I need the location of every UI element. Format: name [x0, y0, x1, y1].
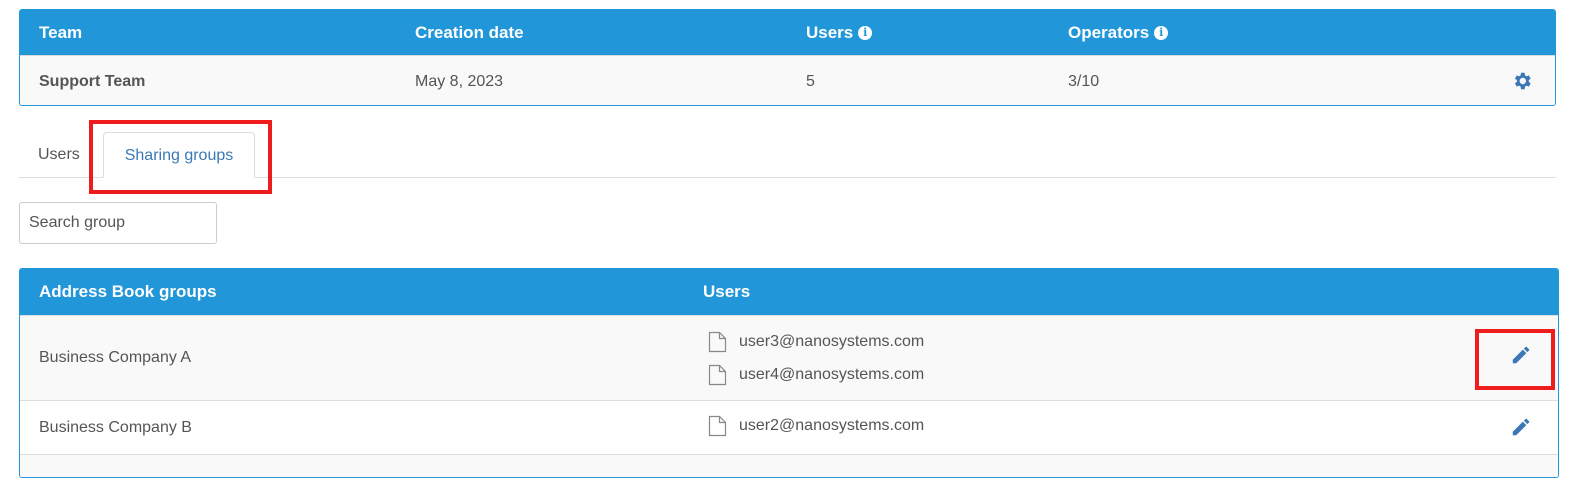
search-input[interactable] — [19, 202, 217, 244]
tab-sharing-groups[interactable]: Sharing groups — [103, 132, 255, 178]
group-name: Business Company A — [39, 349, 192, 366]
team-users-count: 5 — [806, 72, 815, 90]
table-row — [20, 454, 1558, 477]
table-row: Business Company A user3@nanosystems.com… — [20, 315, 1558, 400]
user-item: user3@nanosystems.com — [708, 325, 924, 358]
header-creation-date: Creation date — [415, 22, 524, 42]
document-icon — [708, 331, 727, 352]
header-team: Team — [39, 22, 83, 42]
team-table-header: Team Creation date Users i Operators i — [20, 10, 1555, 55]
tab-bar: Users Sharing groups — [19, 132, 1556, 178]
pencil-icon[interactable] — [1510, 416, 1532, 438]
team-table: Team Creation date Users i Operators i S… — [19, 9, 1556, 106]
document-icon — [708, 415, 727, 436]
user-item: user4@nanosystems.com — [708, 358, 924, 391]
user-item: user2@nanosystems.com — [708, 409, 924, 442]
group-users: user3@nanosystems.com user4@nanosystems.… — [708, 325, 924, 391]
pencil-icon[interactable] — [1510, 344, 1532, 366]
groups-table-header: Address Book groups Users — [20, 269, 1558, 315]
header-address-book-groups: Address Book groups — [39, 282, 217, 301]
info-icon[interactable]: i — [858, 25, 873, 40]
team-creation-date: May 8, 2023 — [415, 72, 504, 90]
table-row: Business Company B user2@nanosystems.com — [20, 400, 1558, 454]
tab-users[interactable]: Users — [19, 132, 99, 177]
group-users: user2@nanosystems.com — [708, 409, 924, 442]
groups-table: Address Book groups Users Business Compa… — [19, 268, 1559, 478]
team-row: Support Team May 8, 2023 5 3/10 — [20, 55, 1555, 105]
header-users: Users — [703, 282, 751, 301]
team-operators-count: 3/10 — [1068, 72, 1100, 90]
gear-icon[interactable] — [1511, 70, 1533, 92]
document-icon — [708, 364, 727, 385]
info-icon[interactable]: i — [1154, 25, 1169, 40]
group-name: Business Company B — [39, 418, 192, 436]
team-name: Support Team — [39, 72, 146, 90]
header-users: Users i — [806, 10, 873, 55]
header-operators: Operators i — [1068, 10, 1169, 55]
